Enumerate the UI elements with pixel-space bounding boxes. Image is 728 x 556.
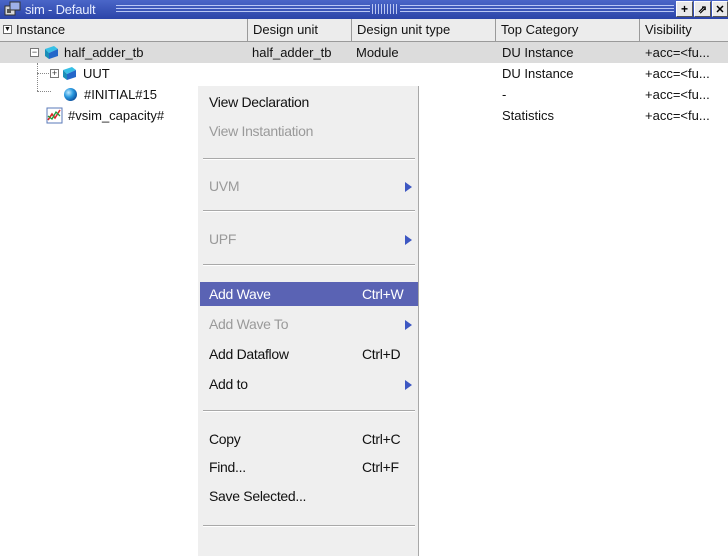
menu-item-upf[interactable]: UPF bbox=[200, 227, 418, 251]
top-category: DU Instance bbox=[502, 66, 574, 81]
add-window-button[interactable]: + bbox=[676, 1, 693, 17]
column-header-label: Visibility bbox=[645, 22, 692, 37]
top-category: - bbox=[502, 87, 507, 102]
window-title: sim - Default bbox=[25, 2, 96, 17]
module-instance-icon bbox=[45, 46, 58, 59]
menu-item-add-dataflow[interactable]: Add Dataflow Ctrl+D bbox=[200, 342, 418, 366]
menu-item-find[interactable]: Find... Ctrl+F bbox=[200, 455, 418, 479]
menu-item-uvm[interactable]: UVM bbox=[200, 174, 418, 198]
menu-item-view-declaration[interactable]: View Declaration bbox=[200, 90, 418, 114]
collapse-toggle-icon[interactable]: − bbox=[30, 48, 39, 57]
module-instance-icon bbox=[63, 67, 76, 80]
column-header-design-unit-type[interactable]: Design unit type bbox=[352, 19, 496, 41]
sim-window-icon bbox=[4, 1, 21, 16]
menu-item-label: View Declaration bbox=[209, 94, 309, 110]
menu-item-label: UPF bbox=[209, 231, 237, 247]
window-title-bar[interactable]: sim - Default + ⇗ ✕ bbox=[0, 0, 728, 19]
menu-item-label: Add to bbox=[209, 376, 248, 392]
submenu-arrow-icon bbox=[405, 235, 412, 245]
menu-separator bbox=[203, 264, 415, 266]
plus-icon: + bbox=[680, 2, 688, 16]
menu-item-save-selected[interactable]: Save Selected... bbox=[200, 484, 418, 508]
column-menu-arrow-icon[interactable]: ▼ bbox=[3, 25, 12, 34]
design-unit-type: Module bbox=[356, 45, 399, 60]
column-header-top-category[interactable]: Top Category bbox=[496, 19, 640, 41]
menu-item-add-wave-to[interactable]: Add Wave To bbox=[200, 312, 418, 336]
submenu-arrow-icon bbox=[405, 380, 412, 390]
column-header-label: Top Category bbox=[501, 22, 579, 37]
menu-item-label: View Instantiation bbox=[209, 123, 314, 139]
column-header-bar: ▼ Instance Design unit Design unit type … bbox=[0, 19, 728, 42]
menu-item-label: Find... bbox=[209, 459, 246, 475]
instance-name: #vsim_capacity# bbox=[68, 108, 165, 123]
menu-item-label: Add Wave To bbox=[209, 316, 289, 332]
instance-name: half_adder_tb bbox=[64, 45, 144, 60]
column-header-label: Instance bbox=[16, 22, 66, 37]
menu-item-label: Copy bbox=[209, 431, 241, 447]
table-row[interactable]: − half_adder_tb half_adder_tb Module DU … bbox=[0, 42, 728, 63]
menu-separator bbox=[203, 158, 415, 160]
context-menu: View Declaration View Instantiation UVM … bbox=[197, 86, 419, 556]
column-header-design-unit[interactable]: Design unit bbox=[248, 19, 352, 41]
title-bar-texture-right bbox=[400, 5, 674, 13]
menu-separator bbox=[203, 525, 415, 527]
visibility: +acc=<fu... bbox=[645, 66, 710, 81]
title-bar-grip[interactable] bbox=[372, 4, 398, 14]
table-row[interactable]: + UUT DU Instance +acc=<fu... bbox=[0, 63, 728, 84]
process-sphere-icon bbox=[64, 88, 77, 101]
menu-item-label: Save Selected... bbox=[209, 488, 307, 504]
top-category: Statistics bbox=[502, 108, 555, 123]
instance-name: #INITIAL#15 bbox=[84, 87, 157, 102]
submenu-arrow-icon bbox=[405, 320, 412, 330]
visibility: +acc=<fu... bbox=[645, 45, 710, 60]
menu-item-add-to[interactable]: Add to bbox=[200, 372, 418, 396]
expand-toggle-icon[interactable]: + bbox=[50, 69, 59, 78]
menu-separator bbox=[203, 210, 415, 212]
column-header-instance[interactable]: ▼ Instance bbox=[0, 19, 248, 41]
menu-item-label: UVM bbox=[209, 178, 240, 194]
instance-name: UUT bbox=[83, 66, 110, 81]
visibility: +acc=<fu... bbox=[645, 87, 710, 102]
submenu-arrow-icon bbox=[405, 182, 412, 192]
visibility: +acc=<fu... bbox=[645, 108, 710, 123]
title-bar-texture-left bbox=[116, 5, 370, 13]
undock-window-button[interactable]: ⇗ bbox=[694, 1, 711, 17]
column-header-label: Design unit bbox=[253, 22, 319, 37]
menu-item-label: Add Dataflow bbox=[209, 346, 289, 362]
design-unit: half_adder_tb bbox=[252, 45, 332, 60]
column-header-label: Design unit type bbox=[357, 22, 451, 37]
menu-item-add-wave[interactable]: Add Wave Ctrl+W bbox=[200, 282, 418, 306]
menu-item-label: Add Wave bbox=[209, 286, 271, 302]
menu-item-copy[interactable]: Copy Ctrl+C bbox=[200, 427, 418, 451]
menu-item-shortcut: Ctrl+C bbox=[362, 431, 401, 447]
close-icon: ✕ bbox=[715, 4, 725, 16]
menu-item-shortcut: Ctrl+W bbox=[362, 286, 404, 302]
menu-item-shortcut: Ctrl+D bbox=[362, 346, 401, 362]
undock-icon: ⇗ bbox=[697, 4, 708, 16]
statistics-chart-icon bbox=[46, 107, 63, 124]
menu-item-shortcut: Ctrl+F bbox=[362, 459, 399, 475]
column-header-visibility[interactable]: Visibility bbox=[640, 19, 728, 41]
menu-separator bbox=[203, 410, 415, 412]
top-category: DU Instance bbox=[502, 45, 574, 60]
close-window-button[interactable]: ✕ bbox=[712, 1, 728, 17]
menu-item-view-instantiation: View Instantiation bbox=[200, 119, 418, 143]
